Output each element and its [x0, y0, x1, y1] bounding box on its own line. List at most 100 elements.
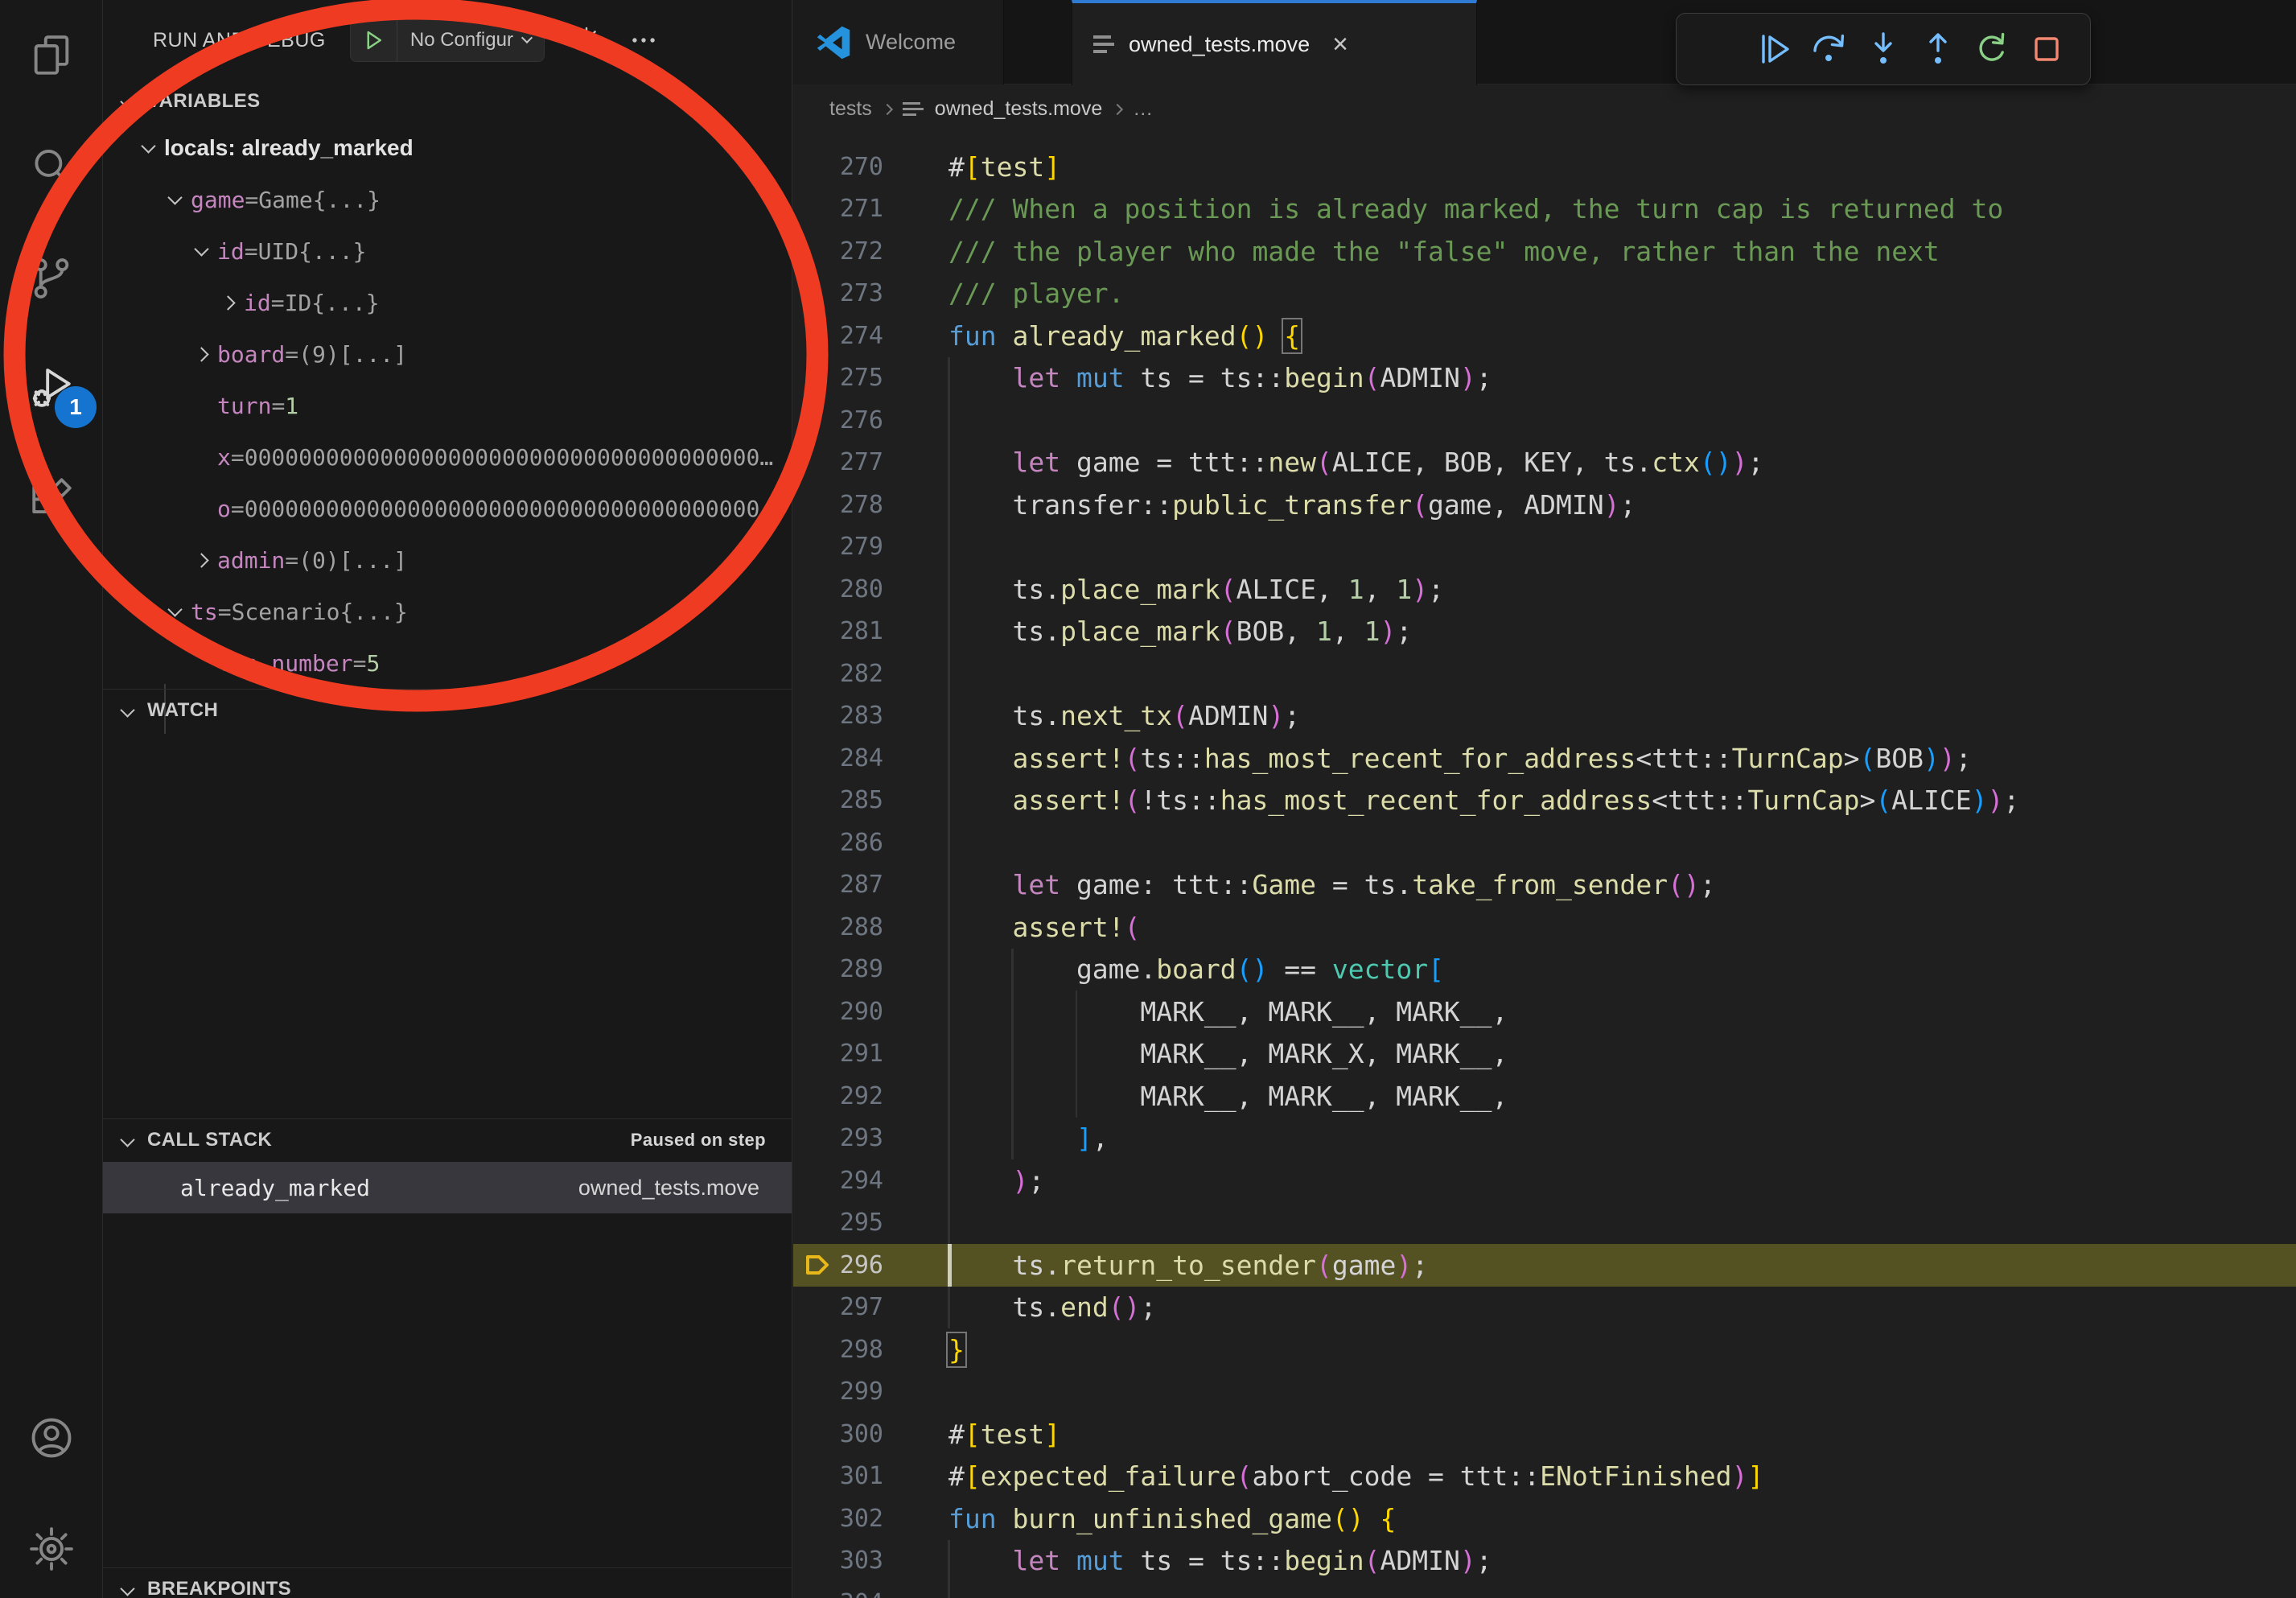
indent-guide — [948, 864, 950, 907]
variable-row[interactable]: id = ID{...} — [103, 277, 792, 328]
source-control-icon[interactable] — [0, 234, 103, 323]
watch-section-header[interactable]: WATCH — [103, 689, 792, 731]
code-line[interactable]: 300#[test] — [793, 1413, 2296, 1456]
chevron-right-icon[interactable] — [185, 555, 217, 566]
breadcrumb-folder[interactable]: tests — [829, 97, 872, 121]
code-line[interactable]: 299 — [793, 1371, 2296, 1414]
variable-row[interactable]: txn_number = 5 — [103, 637, 792, 689]
variable-row[interactable]: o = 000000000000000000000000000000000000… — [103, 483, 792, 534]
code-line[interactable]: 293 ], — [793, 1118, 2296, 1160]
line-number: 299 — [833, 1378, 883, 1406]
chevron-down-icon[interactable] — [158, 197, 191, 203]
tab-welcome[interactable]: Welcome — [793, 0, 1004, 84]
code-line[interactable]: 295 — [793, 1202, 2296, 1245]
search-icon[interactable] — [0, 124, 103, 212]
variable-row[interactable]: admin = (0)[...] — [103, 534, 792, 586]
variable-name: admin — [217, 547, 285, 574]
code-line[interactable]: 277 let game = ttt::new(ALICE, BOB, KEY,… — [793, 442, 2296, 484]
tab-owned-tests-move[interactable]: owned_tests.move × — [1072, 0, 1477, 85]
code-line[interactable]: 271/// When a position is already marked… — [793, 188, 2296, 231]
variable-row[interactable]: x = 000000000000000000000000000000000000… — [103, 431, 792, 483]
code-line[interactable]: 296 ts.return_to_sender(game); — [793, 1244, 2296, 1287]
code-line[interactable]: 283 ts.next_tx(ADMIN); — [793, 695, 2296, 738]
close-icon[interactable]: × — [1332, 31, 1348, 58]
indent-guide — [948, 357, 950, 400]
scope-row[interactable]: locals: already_marked — [103, 122, 792, 174]
step-over-button[interactable] — [1806, 27, 1851, 72]
step-into-button[interactable] — [1861, 27, 1906, 72]
code-line[interactable]: 302fun burn_unfinished_game() { — [793, 1497, 2296, 1540]
code-line[interactable]: 304 — [793, 1582, 2296, 1598]
chevron-right-icon — [882, 104, 893, 115]
code-line[interactable]: 303 let mut ts = ts::begin(ADMIN); — [793, 1540, 2296, 1583]
step-out-button[interactable] — [1915, 27, 1961, 72]
stop-button[interactable] — [2024, 27, 2069, 72]
code-line[interactable]: 289 game.board() == vector[ — [793, 949, 2296, 991]
code-line[interactable]: 301#[expected_failure(abort_code = ttt::… — [793, 1456, 2296, 1498]
breadcrumb-more[interactable]: … — [1133, 97, 1153, 121]
code-line[interactable]: 280 ts.place_mark(ALICE, 1, 1); — [793, 568, 2296, 611]
variable-row[interactable]: id = UID{...} — [103, 225, 792, 277]
line-number: 282 — [833, 660, 883, 688]
variables-section-header[interactable]: VARIABLES — [103, 80, 792, 122]
code-line[interactable]: 276 — [793, 399, 2296, 442]
code-line[interactable]: 282 — [793, 653, 2296, 695]
stack-frame-row[interactable]: already_marked owned_tests.move — [103, 1162, 792, 1213]
line-number: 298 — [833, 1336, 883, 1364]
indent-guide — [948, 526, 950, 569]
code-line[interactable]: 274fun already_marked() { — [793, 315, 2296, 357]
more-actions-icon[interactable] — [628, 25, 659, 56]
chevron-down-icon[interactable] — [185, 249, 217, 254]
code-line[interactable]: 281 ts.place_mark(BOB, 1, 1); — [793, 611, 2296, 653]
start-debug-button[interactable] — [351, 19, 397, 61]
code-line[interactable]: 291 MARK__, MARK_X, MARK__, — [793, 1033, 2296, 1076]
explorer-icon[interactable] — [0, 11, 103, 100]
indent-guide — [948, 991, 950, 1033]
variable-value: ID{...} — [285, 290, 787, 316]
code-line[interactable]: 290 MARK__, MARK__, MARK__, — [793, 991, 2296, 1033]
variable-row[interactable]: game = Game{...} — [103, 174, 792, 225]
chevron-right-icon[interactable] — [212, 298, 244, 308]
code-line[interactable]: 284 assert!(ts::has_most_recent_for_addr… — [793, 737, 2296, 780]
toolbar-drag-handle[interactable] — [1697, 27, 1743, 72]
code-line[interactable]: 298} — [793, 1328, 2296, 1371]
code-line[interactable]: 272/// the player who made the "false" m… — [793, 230, 2296, 273]
code-line[interactable]: 292 MARK__, MARK__, MARK__, — [793, 1075, 2296, 1118]
call-stack-section-header[interactable]: CALL STACK Paused on step — [103, 1118, 792, 1160]
code-line-text: assert!( — [948, 906, 2296, 949]
chevron-down-icon[interactable] — [132, 146, 164, 151]
code-line[interactable]: 294 ); — [793, 1159, 2296, 1202]
tab-label: owned_tests.move — [1129, 32, 1310, 57]
variable-row[interactable]: turn = 1 — [103, 380, 792, 431]
breadcrumb-file[interactable]: owned_tests.move — [935, 97, 1102, 121]
code-line[interactable]: 279 — [793, 526, 2296, 569]
code-line[interactable]: 285 assert!(!ts::has_most_recent_for_add… — [793, 780, 2296, 822]
code-line[interactable]: 286 — [793, 822, 2296, 864]
chevron-right-icon[interactable] — [185, 349, 217, 360]
variable-row[interactable]: board = (9)[...] — [103, 328, 792, 380]
code-line[interactable]: 288 assert!( — [793, 906, 2296, 949]
current-line-marker-icon[interactable] — [801, 1250, 833, 1279]
run-and-debug-icon[interactable]: 1 — [0, 344, 103, 433]
debug-settings-gear-icon[interactable] — [572, 26, 601, 55]
code-line[interactable]: 287 let game: ttt::Game = ts.take_from_s… — [793, 864, 2296, 907]
line-number: 296 — [833, 1251, 883, 1279]
code-line[interactable]: 297 ts.end(); — [793, 1287, 2296, 1329]
chevron-down-icon[interactable] — [158, 609, 191, 615]
breakpoints-section-header[interactable]: BREAKPOINTS — [103, 1567, 792, 1598]
code-line[interactable]: 273/// player. — [793, 273, 2296, 315]
variable-value: 0000000000000000000000000000000000000000… — [245, 496, 787, 522]
indent-guide — [948, 949, 950, 991]
code-line[interactable]: 278 transfer::public_transfer(game, ADMI… — [793, 484, 2296, 526]
settings-gear-icon[interactable] — [0, 1505, 103, 1593]
code-line[interactable]: 270#[test] — [793, 146, 2296, 188]
variable-row[interactable]: ts = Scenario{...} — [103, 586, 792, 637]
extensions-icon[interactable] — [0, 457, 103, 546]
code-line-text — [948, 399, 2296, 442]
restart-button[interactable] — [1969, 27, 2014, 72]
continue-button[interactable] — [1752, 27, 1797, 72]
line-number: 294 — [833, 1167, 883, 1195]
config-dropdown[interactable]: No Configur — [397, 29, 544, 51]
code-line[interactable]: 275 let mut ts = ts::begin(ADMIN); — [793, 357, 2296, 400]
account-icon[interactable] — [0, 1394, 103, 1482]
